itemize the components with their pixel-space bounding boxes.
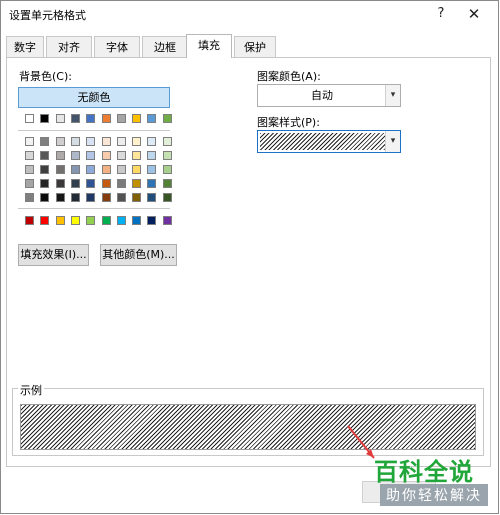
watermark-title: 百科全说 bbox=[374, 458, 474, 486]
tint-swatch-row3-4[interactable] bbox=[71, 165, 80, 174]
tint-swatch-row5-1[interactable] bbox=[25, 193, 34, 202]
tab-border[interactable]: 边框 bbox=[142, 36, 188, 57]
theme-color-swatch-1[interactable] bbox=[25, 114, 34, 123]
tint-swatch-row2-2[interactable] bbox=[40, 151, 49, 160]
standard-color-swatch-10[interactable] bbox=[163, 216, 172, 225]
tint-swatch-row3-2[interactable] bbox=[40, 165, 49, 174]
theme-color-swatch-3[interactable] bbox=[56, 114, 65, 123]
dialog-title: 设置单元格格式 bbox=[9, 9, 86, 22]
tint-swatch-row4-7[interactable] bbox=[117, 179, 126, 188]
theme-color-swatch-9[interactable] bbox=[147, 114, 156, 123]
palette-divider bbox=[18, 208, 170, 209]
tint-swatch-row1-6[interactable] bbox=[102, 137, 111, 146]
tint-swatch-row2-1[interactable] bbox=[25, 151, 34, 160]
tint-swatch-row4-2[interactable] bbox=[40, 179, 49, 188]
diagonal-stripe-pattern bbox=[260, 133, 386, 150]
palette-divider bbox=[18, 130, 170, 131]
standard-color-swatch-7[interactable] bbox=[117, 216, 126, 225]
tint-swatch-row3-1[interactable] bbox=[25, 165, 34, 174]
tint-swatch-row5-8[interactable] bbox=[132, 193, 141, 202]
tab-font[interactable]: 字体 bbox=[94, 36, 140, 57]
tint-swatch-row5-6[interactable] bbox=[102, 193, 111, 202]
tint-swatch-row2-7[interactable] bbox=[117, 151, 126, 160]
chevron-down-icon[interactable]: ▾ bbox=[385, 85, 400, 106]
sample-label: 示例 bbox=[18, 382, 44, 398]
tint-swatch-row2-10[interactable] bbox=[163, 151, 172, 160]
watermark-subtitle: 助你轻松解决 bbox=[380, 484, 488, 506]
tint-swatch-row5-9[interactable] bbox=[147, 193, 156, 202]
tab-alignment[interactable]: 对齐 bbox=[46, 36, 92, 57]
tint-swatch-row1-8[interactable] bbox=[132, 137, 141, 146]
pattern-style-label: 图案样式(P): bbox=[257, 116, 320, 129]
tint-swatch-row1-7[interactable] bbox=[117, 137, 126, 146]
tint-swatch-row5-3[interactable] bbox=[56, 193, 65, 202]
no-color-button[interactable]: 无颜色 bbox=[18, 87, 170, 108]
watermark-logo: 百科全说 助你轻松解决 bbox=[370, 450, 494, 510]
theme-color-swatch-7[interactable] bbox=[117, 114, 126, 123]
tint-swatch-row4-4[interactable] bbox=[71, 179, 80, 188]
tint-swatch-row4-10[interactable] bbox=[163, 179, 172, 188]
standard-color-swatch-9[interactable] bbox=[147, 216, 156, 225]
close-button[interactable]: ✕ bbox=[459, 3, 489, 25]
tint-swatch-row2-3[interactable] bbox=[56, 151, 65, 160]
tint-swatch-row5-5[interactable] bbox=[86, 193, 95, 202]
theme-color-swatch-2[interactable] bbox=[40, 114, 49, 123]
tint-swatch-row1-5[interactable] bbox=[86, 137, 95, 146]
tint-swatch-row2-8[interactable] bbox=[132, 151, 141, 160]
tint-swatch-row4-6[interactable] bbox=[102, 179, 111, 188]
pattern-style-dropdown[interactable]: ▾ bbox=[257, 130, 401, 153]
pattern-color-dropdown[interactable]: 自动 ▾ bbox=[257, 84, 401, 107]
tint-swatch-row1-4[interactable] bbox=[71, 137, 80, 146]
theme-color-swatch-5[interactable] bbox=[86, 114, 95, 123]
tint-swatch-row3-8[interactable] bbox=[132, 165, 141, 174]
tint-swatch-row5-4[interactable] bbox=[71, 193, 80, 202]
tab-number[interactable]: 数字 bbox=[6, 36, 44, 57]
tint-swatch-row5-7[interactable] bbox=[117, 193, 126, 202]
tint-swatch-row2-5[interactable] bbox=[86, 151, 95, 160]
standard-color-swatch-4[interactable] bbox=[71, 216, 80, 225]
more-colors-button[interactable]: 其他颜色(M)... bbox=[100, 244, 177, 266]
tint-swatch-row2-4[interactable] bbox=[71, 151, 80, 160]
standard-color-swatch-1[interactable] bbox=[25, 216, 34, 225]
tint-swatch-row1-2[interactable] bbox=[40, 137, 49, 146]
theme-color-swatch-8[interactable] bbox=[132, 114, 141, 123]
theme-color-swatch-4[interactable] bbox=[71, 114, 80, 123]
tint-swatch-row4-5[interactable] bbox=[86, 179, 95, 188]
tint-swatch-row5-10[interactable] bbox=[163, 193, 172, 202]
standard-color-swatch-6[interactable] bbox=[102, 216, 111, 225]
tint-swatch-row3-3[interactable] bbox=[56, 165, 65, 174]
tint-swatch-row3-5[interactable] bbox=[86, 165, 95, 174]
tint-swatch-row3-9[interactable] bbox=[147, 165, 156, 174]
pattern-color-value: 自动 bbox=[311, 89, 333, 102]
theme-color-swatch-10[interactable] bbox=[163, 114, 172, 123]
standard-color-swatch-2[interactable] bbox=[40, 216, 49, 225]
title-bar: 设置单元格格式 ? ✕ bbox=[1, 1, 498, 27]
tint-swatch-row2-6[interactable] bbox=[102, 151, 111, 160]
tab-protection[interactable]: 保护 bbox=[234, 36, 276, 57]
tint-swatch-row3-6[interactable] bbox=[102, 165, 111, 174]
standard-color-swatch-8[interactable] bbox=[132, 216, 141, 225]
tint-swatch-row5-2[interactable] bbox=[40, 193, 49, 202]
fill-effects-button[interactable]: 填充效果(I)... bbox=[18, 244, 89, 266]
pattern-color-label: 图案颜色(A): bbox=[257, 70, 321, 83]
tint-swatch-row3-7[interactable] bbox=[117, 165, 126, 174]
tint-swatch-row1-3[interactable] bbox=[56, 137, 65, 146]
chevron-down-icon[interactable]: ▾ bbox=[385, 131, 400, 152]
tint-swatch-row4-3[interactable] bbox=[56, 179, 65, 188]
tint-swatch-row4-8[interactable] bbox=[132, 179, 141, 188]
tint-swatch-row1-10[interactable] bbox=[163, 137, 172, 146]
background-color-label: 背景色(C): bbox=[19, 70, 72, 83]
tint-swatch-row4-9[interactable] bbox=[147, 179, 156, 188]
tab-fill[interactable]: 填充 bbox=[186, 34, 232, 58]
tint-swatch-row1-1[interactable] bbox=[25, 137, 34, 146]
tint-swatch-row1-9[interactable] bbox=[147, 137, 156, 146]
standard-color-swatch-5[interactable] bbox=[86, 216, 95, 225]
tint-swatch-row2-9[interactable] bbox=[147, 151, 156, 160]
tint-swatch-row4-1[interactable] bbox=[25, 179, 34, 188]
help-button[interactable]: ? bbox=[426, 3, 456, 25]
theme-color-swatch-6[interactable] bbox=[102, 114, 111, 123]
sample-preview bbox=[20, 404, 476, 450]
standard-color-swatch-3[interactable] bbox=[56, 216, 65, 225]
tint-swatch-row3-10[interactable] bbox=[163, 165, 172, 174]
